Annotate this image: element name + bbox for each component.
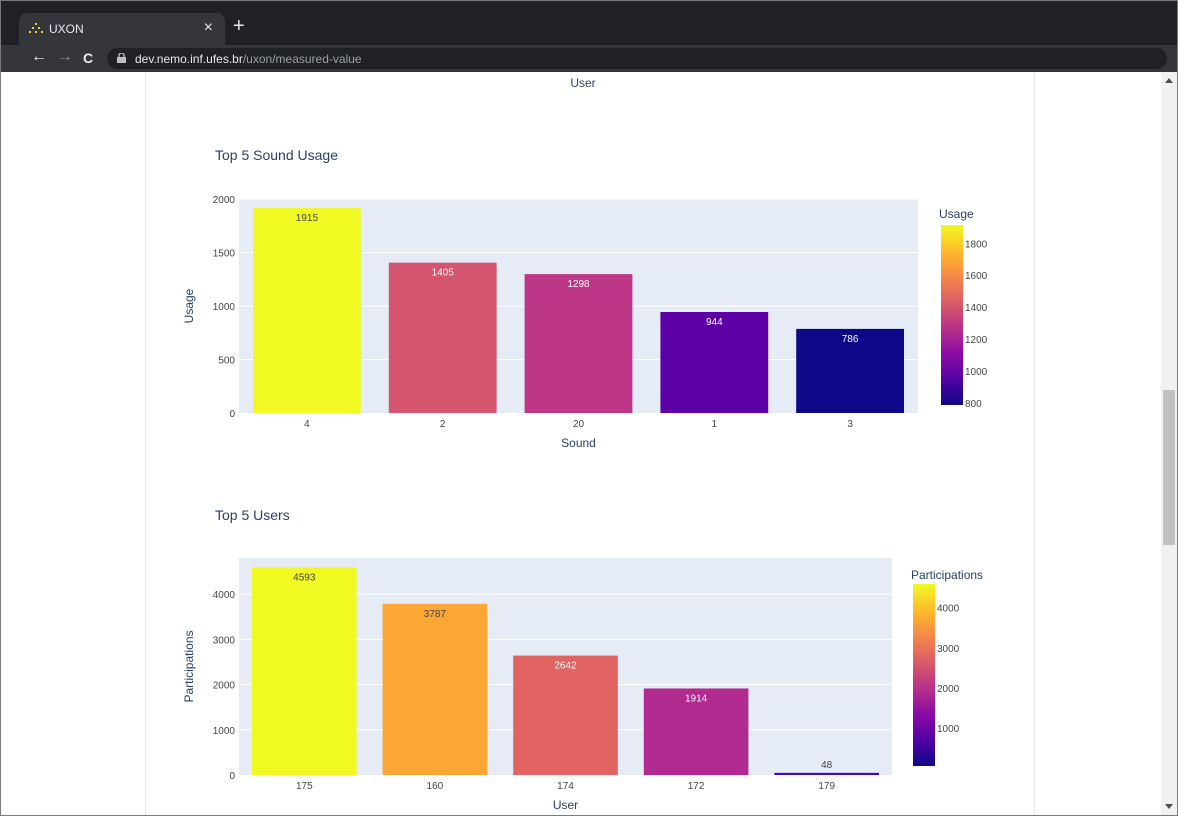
url-path: /uxon/measured-value xyxy=(242,52,362,66)
x-tick-label: 160 xyxy=(427,781,444,792)
bar-value-label: 1915 xyxy=(296,213,319,224)
y-tick-label: 500 xyxy=(218,356,235,367)
colorbar-tick-label: 1600 xyxy=(965,271,988,282)
y-tick-label: 0 xyxy=(229,409,235,420)
x-tick-label: 174 xyxy=(557,781,574,792)
x-tick-label: 20 xyxy=(573,419,585,430)
bar-value-label: 4593 xyxy=(293,572,316,583)
previous-chart-xlabel: User xyxy=(570,76,595,90)
x-axis-title: Sound xyxy=(561,436,596,450)
colorbar-tick-label: 1800 xyxy=(965,239,988,250)
reload-icon[interactable]: C xyxy=(83,50,93,66)
browser-tab[interactable]: UXON × xyxy=(19,13,225,46)
colorbar xyxy=(913,584,935,766)
bar-value-label: 2642 xyxy=(554,661,577,672)
lock-icon xyxy=(117,53,126,63)
y-tick-label: 2000 xyxy=(213,681,236,692)
y-tick-label: 0 xyxy=(229,771,235,782)
x-tick-label: 1 xyxy=(712,419,718,430)
charts-canvas: User Top 5 Sound Usage050010001500200019… xyxy=(182,76,988,812)
bar-value-label: 48 xyxy=(821,760,833,771)
forward-icon[interactable]: → xyxy=(57,48,73,66)
x-tick-label: 175 xyxy=(296,781,313,792)
bar xyxy=(774,772,879,775)
colorbar-tick-label: 1000 xyxy=(937,724,960,735)
page-content: User Top 5 Sound Usage 0 500 1000 1500 2000 19… xyxy=(145,72,1035,815)
url-host: dev.nemo.inf.ufes.br xyxy=(135,52,243,66)
colorbar-tick-label: 3000 xyxy=(937,644,960,655)
bar-value-label: 786 xyxy=(842,334,859,345)
url-text: dev.nemo.inf.ufes.br/uxon/measured-value xyxy=(135,52,362,66)
x-tick-label: 179 xyxy=(818,781,835,792)
page-viewport: User Top 5 Sound Usage 0 500 1000 1500 2000 19… xyxy=(1,72,1161,815)
colorbar-tick-label: 1200 xyxy=(965,335,988,346)
close-icon[interactable]: × xyxy=(204,19,213,37)
y-axis-title: Usage xyxy=(182,288,196,323)
colorbar-tick-label: 800 xyxy=(965,399,982,410)
new-tab-icon[interactable]: + xyxy=(233,15,245,38)
tab-bar: UXON × + xyxy=(1,1,1177,46)
chart-title: Top 5 Sound Usage xyxy=(215,147,338,163)
back-icon[interactable]: ← xyxy=(31,48,47,66)
y-tick-label: 1000 xyxy=(213,302,236,313)
bar xyxy=(513,655,618,775)
colorbar-title: Participations xyxy=(911,568,983,582)
colorbar xyxy=(941,225,963,405)
chart-title: Top 5 Users xyxy=(215,507,290,523)
scrollbar-thumb[interactable] xyxy=(1163,390,1175,545)
bar xyxy=(388,262,497,413)
y-tick-label: 1000 xyxy=(213,726,236,737)
bar-value-label: 1914 xyxy=(685,693,708,704)
colorbar-tick-label: 4000 xyxy=(937,604,960,615)
tab-title: UXON xyxy=(49,22,84,36)
bar xyxy=(382,603,488,775)
bar xyxy=(252,567,357,775)
y-tick-label: 4000 xyxy=(213,590,236,601)
sound-usage-chart: Top 5 Sound Usage 0 500 1000 1500 2000 1915 4 14… xyxy=(182,147,988,450)
bar-value-label: 1298 xyxy=(567,279,590,290)
colorbar-tick-label: 1400 xyxy=(965,303,988,314)
y-axis-title: Participations xyxy=(182,630,196,702)
scroll-down-icon[interactable] xyxy=(1165,804,1173,809)
bar-value-label: 1405 xyxy=(432,268,455,279)
colorbar-tick-label: 1000 xyxy=(965,367,988,378)
x-tick-label: 3 xyxy=(847,419,853,430)
x-tick-label: 2 xyxy=(440,419,446,430)
scroll-up-icon[interactable] xyxy=(1165,78,1173,83)
colorbar-tick-label: 2000 xyxy=(937,684,960,695)
y-tick-label: 1500 xyxy=(213,249,236,260)
users-chart: Top 5 Users 0 1000 2000 3000 4000 4593 175 3787 1… xyxy=(182,507,983,812)
bar-value-label: 944 xyxy=(706,317,723,328)
browser-window: UXON × + ← → C dev.nemo.inf.ufes.br/uxon… xyxy=(0,0,1178,816)
x-tick-label: 172 xyxy=(688,781,705,792)
x-tick-label: 4 xyxy=(304,419,310,430)
bar-value-label: 3787 xyxy=(424,609,447,620)
colorbar-title: Usage xyxy=(939,207,974,221)
bar xyxy=(524,274,633,413)
x-axis-title: User xyxy=(553,798,578,812)
address-bar[interactable]: dev.nemo.inf.ufes.br/uxon/measured-value xyxy=(107,48,1167,69)
favicon-icon xyxy=(29,23,43,33)
vertical-scrollbar[interactable] xyxy=(1161,72,1177,815)
browser-toolbar: ← → C dev.nemo.inf.ufes.br/uxon/measured… xyxy=(1,45,1177,72)
y-tick-label: 3000 xyxy=(213,635,236,646)
bar xyxy=(253,208,361,413)
y-tick-label: 2000 xyxy=(213,195,236,206)
